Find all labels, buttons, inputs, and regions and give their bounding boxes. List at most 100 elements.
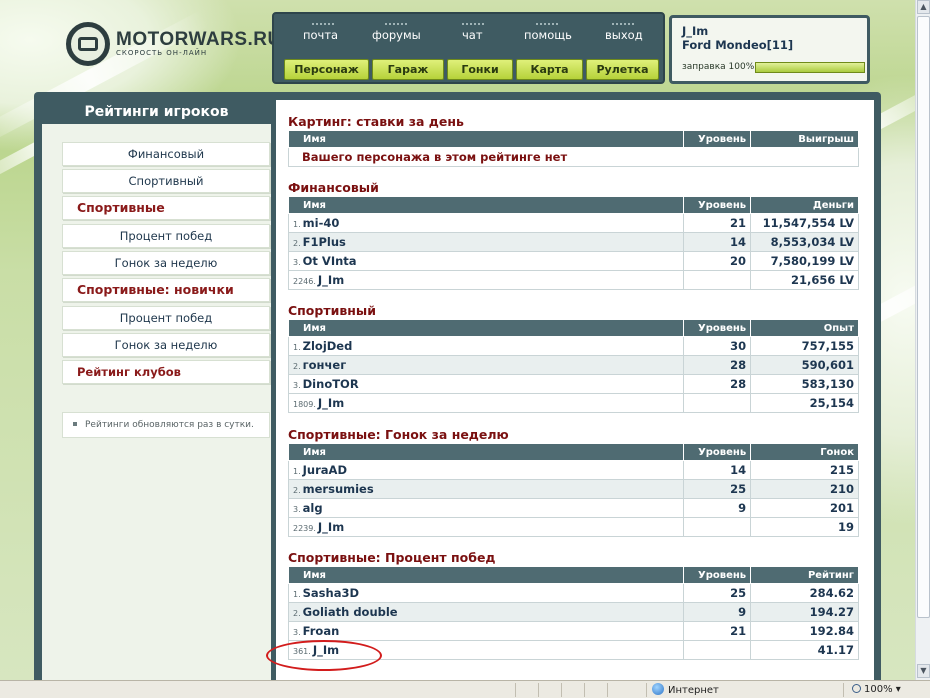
table-row: 2. F1Plus 14 8,553,034 LV bbox=[287, 232, 859, 252]
sidebar-item-sport[interactable]: Спортивный bbox=[62, 169, 270, 193]
sidebar-item-newbies-races-week[interactable]: Гонок за неделю bbox=[62, 333, 270, 357]
player-name[interactable]: JuraAD bbox=[303, 463, 347, 477]
section-title: Картинг: ставки за день bbox=[288, 114, 464, 129]
races-week-table: Имя Уровень Гонок 1. JuraAD 14 215 2. mersumie… bbox=[287, 443, 859, 537]
vertical-scrollbar[interactable]: ▲ ▼ bbox=[915, 0, 930, 680]
rank: 1809. bbox=[293, 400, 316, 409]
sidebar-item-club-rating[interactable]: Рейтинг клубов bbox=[62, 360, 270, 384]
column-header: Имя bbox=[287, 566, 685, 584]
value: 757,155 bbox=[750, 336, 859, 356]
section-title: Спортивные: Гонок за неделю bbox=[288, 427, 509, 442]
table-row: 3. Ot VInta 20 7,580,199 LV bbox=[287, 251, 859, 271]
zoom-icon bbox=[852, 684, 861, 693]
scroll-down-icon[interactable]: ▼ bbox=[917, 664, 930, 678]
value: 192.84 bbox=[750, 621, 859, 641]
column-header: Имя bbox=[287, 443, 685, 461]
rank: 3. bbox=[293, 381, 301, 390]
table-row: 1. JuraAD 14 215 bbox=[287, 460, 859, 480]
scroll-thumb[interactable] bbox=[917, 16, 930, 618]
races-button[interactable]: Гонки bbox=[447, 59, 513, 80]
level: 25 bbox=[683, 583, 752, 603]
nav-logout-link[interactable]: выход bbox=[605, 28, 643, 42]
value: 194.27 bbox=[750, 602, 859, 622]
table-row: 2. Goliath double 9 194.27 bbox=[287, 602, 859, 622]
karting-table: Имя Уровень Выигрыш Вашего персонажа в это… bbox=[287, 130, 859, 167]
value: 210 bbox=[750, 479, 859, 499]
table-row: 1. Sasha3D 25 284.62 bbox=[287, 583, 859, 603]
player-name[interactable]: ZlojDed bbox=[303, 339, 353, 353]
column-header: Имя bbox=[287, 319, 685, 337]
sidebar-item-races-week[interactable]: Гонок за неделю bbox=[62, 251, 270, 275]
level bbox=[683, 393, 752, 413]
level: 21 bbox=[683, 621, 752, 641]
table-row: 2239. J_Im 19 bbox=[287, 517, 859, 537]
user-car[interactable]: Ford Mondeo[11] bbox=[682, 38, 857, 52]
garage-button[interactable]: Гараж bbox=[372, 59, 444, 80]
player-name[interactable]: Sasha3D bbox=[303, 586, 359, 600]
player-name[interactable]: mi-40 bbox=[303, 216, 340, 230]
rank: 1. bbox=[293, 590, 301, 599]
level: 28 bbox=[683, 355, 752, 375]
map-button[interactable]: Карта bbox=[516, 59, 583, 80]
player-name[interactable]: J_Im bbox=[318, 396, 344, 410]
player-name[interactable]: DinoTOR bbox=[303, 377, 359, 391]
level: 14 bbox=[683, 460, 752, 480]
player-name[interactable]: F1Plus bbox=[303, 235, 346, 249]
table-row: 3. alg 9 201 bbox=[287, 498, 859, 518]
nav-help-link[interactable]: помощь bbox=[524, 28, 572, 42]
brand-name: MOTORWARS.RU bbox=[116, 29, 282, 50]
update-note: Рейтинги обновляются раз в сутки. bbox=[62, 412, 270, 438]
table-row: 1. ZlojDed 30 757,155 bbox=[287, 336, 859, 356]
level bbox=[683, 270, 752, 290]
level: 28 bbox=[683, 374, 752, 394]
zoom-control[interactable]: 100% ▾ bbox=[852, 683, 901, 697]
fuel-bar bbox=[755, 62, 865, 73]
level: 25 bbox=[683, 479, 752, 499]
sport-table: Имя Уровень Опыт 1. ZlojDed 30 757,155 2. гонч… bbox=[287, 319, 859, 413]
player-name[interactable]: Froan bbox=[303, 624, 340, 638]
zoom-level: 100% bbox=[864, 684, 893, 695]
player-name[interactable]: гончег bbox=[303, 358, 347, 372]
player-name[interactable]: J_Im bbox=[318, 273, 344, 287]
player-name[interactable]: alg bbox=[303, 501, 323, 515]
sidebar-item-win-percent[interactable]: Процент побед bbox=[62, 224, 270, 248]
column-header: Рейтинг bbox=[750, 566, 859, 584]
sidebar-item-financial[interactable]: Финансовый bbox=[62, 142, 270, 166]
value: 19 bbox=[750, 517, 859, 537]
site-logo[interactable]: MOTORWARS.RU СКОРОСТЬ ОН-ЛАЙН bbox=[66, 22, 282, 66]
player-name[interactable]: J_Im bbox=[318, 520, 344, 534]
player-name[interactable]: Ot VInta bbox=[303, 254, 357, 268]
character-button[interactable]: Персонаж bbox=[284, 59, 369, 80]
value: 41.17 bbox=[750, 640, 859, 660]
scroll-up-icon[interactable]: ▲ bbox=[917, 0, 930, 14]
value: 583,130 bbox=[750, 374, 859, 394]
roulette-button[interactable]: Рулетка bbox=[586, 59, 659, 80]
level: 9 bbox=[683, 498, 752, 518]
column-header: Уровень bbox=[683, 443, 752, 461]
player-name[interactable]: mersumies bbox=[303, 482, 374, 496]
ratings-sidebar: Рейтинги игроков Финансовый Спортивный С… bbox=[42, 100, 271, 680]
logo-mark-icon bbox=[66, 22, 110, 66]
rank: 2. bbox=[293, 609, 301, 618]
rank: 1. bbox=[293, 343, 301, 352]
highlight-circle bbox=[266, 640, 382, 671]
user-name[interactable]: J_Im bbox=[682, 24, 857, 38]
player-name[interactable]: Goliath double bbox=[303, 605, 398, 619]
level: 21 bbox=[683, 213, 752, 233]
rank: 1. bbox=[293, 467, 301, 476]
rank: 1. bbox=[293, 220, 301, 229]
table-row: 2. гончег 28 590,601 bbox=[287, 355, 859, 375]
value: 201 bbox=[750, 498, 859, 518]
update-note-text: Рейтинги обновляются раз в сутки. bbox=[85, 420, 254, 430]
value: 215 bbox=[750, 460, 859, 480]
nav-chat-link[interactable]: чат bbox=[462, 28, 483, 42]
nav-forums-link[interactable]: форумы bbox=[372, 28, 421, 42]
table-row: 1. mi-40 21 11,547,554 LV bbox=[287, 213, 859, 233]
value: 8,553,034 LV bbox=[750, 232, 859, 252]
nav-mail-link[interactable]: почта bbox=[303, 28, 338, 42]
sidebar-item-newbies-win-percent[interactable]: Процент побед bbox=[62, 306, 270, 330]
not-ranked-message: Вашего персонажа в этом рейтинге нет bbox=[288, 147, 859, 167]
value: 7,580,199 LV bbox=[750, 251, 859, 271]
zone-label: Интернет bbox=[668, 685, 719, 696]
fuel-label: заправка 100% bbox=[682, 62, 755, 72]
